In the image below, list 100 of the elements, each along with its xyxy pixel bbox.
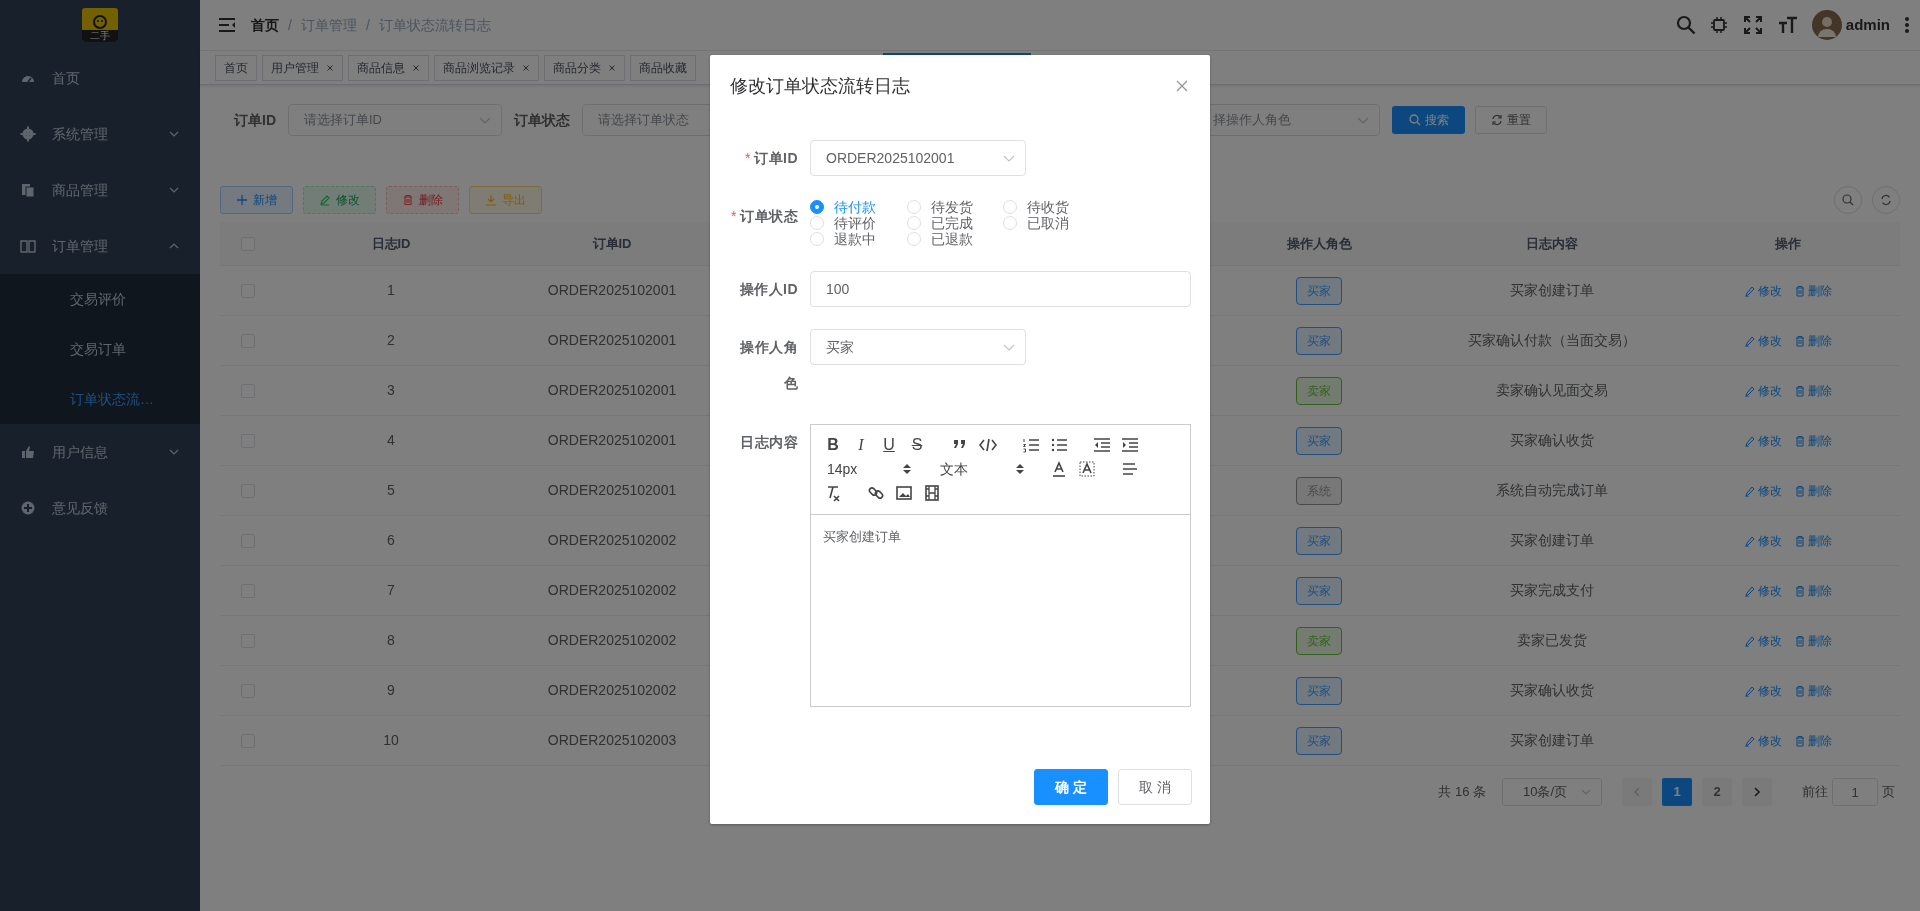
search-button[interactable]: 搜索	[1392, 106, 1465, 134]
role-tag: 买家	[1296, 326, 1342, 355]
search-icon[interactable]	[1675, 15, 1696, 35]
table-cell-text: 9	[387, 681, 395, 700]
submenu-item[interactable]: 交易评价	[0, 274, 200, 324]
input-field[interactable]: 100	[810, 271, 1191, 307]
menu-fold-icon[interactable]	[218, 17, 236, 33]
rich-text-editor[interactable]: B I U S 14px 文本 买家创建订单	[810, 424, 1191, 707]
radio-option[interactable]: 已取消	[1003, 215, 1099, 231]
chip-icon[interactable]	[1709, 16, 1728, 34]
toolbar-button[interactable]: 新增	[220, 186, 293, 214]
underline-button[interactable]: U	[875, 433, 903, 457]
action-link[interactable]: 删除	[1794, 431, 1832, 450]
action-link[interactable]: 删除	[1794, 281, 1832, 300]
radio-option[interactable]: 已完成	[907, 215, 1003, 231]
action-link[interactable]: 删除	[1794, 381, 1832, 400]
radio-option[interactable]: 待付款	[810, 199, 907, 215]
action-link[interactable]: 修改	[1744, 331, 1782, 350]
close-icon[interactable]	[1176, 80, 1188, 92]
table-cell-text: 4	[387, 431, 395, 450]
action-link[interactable]: 删除	[1794, 581, 1832, 600]
action-link[interactable]: 删除	[1794, 681, 1832, 700]
tag[interactable]: 商品信息	[348, 54, 429, 81]
edit-icon	[1744, 284, 1756, 297]
strikethrough-button[interactable]: S	[903, 433, 931, 457]
action-link[interactable]: 删除	[1794, 631, 1832, 650]
text-size-icon[interactable]	[1777, 16, 1798, 34]
action-link[interactable]: 修改	[1744, 731, 1782, 750]
action-link[interactable]: 删除	[1794, 481, 1832, 500]
tag[interactable]: 首页	[215, 54, 257, 81]
bold-button[interactable]: B	[819, 433, 847, 457]
trash-icon	[402, 194, 414, 206]
close-icon[interactable]	[412, 63, 420, 72]
column-header: 日志ID	[371, 234, 411, 253]
radio-option[interactable]: 待评价	[810, 215, 907, 231]
action-link[interactable]: 修改	[1744, 281, 1782, 300]
action-link[interactable]: 修改	[1744, 481, 1782, 500]
radio-option[interactable]: 退款中	[810, 231, 907, 247]
action-link[interactable]: 删除	[1794, 731, 1832, 750]
table-cell-text: 3	[387, 381, 395, 400]
edit-icon	[1744, 684, 1756, 697]
avatar[interactable]	[1811, 10, 1842, 40]
user-name[interactable]: admin	[1845, 13, 1890, 37]
close-icon[interactable]	[608, 63, 616, 72]
page-button[interactable]: 2	[1702, 778, 1732, 806]
action-link[interactable]: 修改	[1744, 631, 1782, 650]
tag[interactable]: 商品收藏	[630, 54, 696, 81]
refresh-icon[interactable]	[1872, 186, 1900, 214]
radio-option[interactable]: 待发货	[907, 199, 1003, 215]
fullscreen-icon[interactable]	[1743, 16, 1762, 34]
trash-icon	[1794, 584, 1806, 597]
breadcrumb-item[interactable]: 首页	[251, 14, 279, 36]
table-cell-text: 买家确认付款（当面交易）	[1468, 331, 1636, 350]
table-cell-text: ORDER2025102002	[547, 681, 677, 700]
sidebar-item[interactable]: 意见反馈	[0, 480, 200, 536]
confirm-button[interactable]: 确 定	[1034, 769, 1108, 805]
italic-button[interactable]: I	[847, 433, 875, 457]
radio-option[interactable]: 待收货	[1003, 199, 1099, 215]
submenu-item[interactable]: 交易订单	[0, 324, 200, 374]
sidebar-item[interactable]: 系统管理	[0, 106, 200, 162]
cancel-button[interactable]: 取 消	[1118, 769, 1192, 805]
tag[interactable]: 用户管理	[262, 54, 343, 81]
action-link[interactable]: 修改	[1744, 681, 1782, 700]
sidebar-item[interactable]: 订单管理	[0, 218, 200, 274]
sidebar-item[interactable]: 用户信息	[0, 424, 200, 480]
link-icon	[867, 484, 885, 502]
search-icon[interactable]	[1834, 186, 1862, 214]
tag[interactable]: 商品浏览记录	[434, 54, 539, 81]
action-link[interactable]: 修改	[1744, 531, 1782, 550]
tag[interactable]: 商品分类	[544, 54, 625, 81]
page-button[interactable]: 1	[1662, 778, 1692, 806]
page-input[interactable]: 1	[1832, 778, 1878, 806]
table-cell-text: 2	[387, 331, 395, 350]
action-link[interactable]: 修改	[1744, 581, 1782, 600]
close-icon[interactable]	[522, 63, 530, 72]
smiley-icon	[92, 15, 108, 29]
toolbar-button[interactable]: 导出	[469, 186, 542, 214]
select-field[interactable]: 买家	[810, 329, 1026, 365]
more-icon[interactable]	[1904, 16, 1910, 34]
radio-option[interactable]: 已退款	[907, 231, 1003, 247]
font-picker[interactable]: 文本	[932, 457, 1030, 481]
trash-icon	[1794, 434, 1806, 447]
action-link[interactable]: 删除	[1794, 531, 1832, 550]
reset-button[interactable]: 重置	[1475, 106, 1547, 134]
sidebar-item[interactable]: 首页	[0, 50, 200, 106]
sidebar-item[interactable]: 商品管理	[0, 162, 200, 218]
page-size-select[interactable]: 10条/页	[1502, 778, 1602, 806]
edit-icon	[1744, 484, 1756, 497]
table-cell-text: ORDER2025102002	[547, 631, 677, 650]
action-link[interactable]: 修改	[1744, 431, 1782, 450]
submenu-item[interactable]: 订单状态流…	[0, 374, 200, 424]
select-field[interactable]: ORDER2025102001	[810, 140, 1026, 176]
action-link[interactable]: 删除	[1794, 331, 1832, 350]
numbered-list-icon	[1022, 436, 1040, 454]
close-icon[interactable]	[326, 63, 334, 72]
table-cell-text: 系统自动完成订单	[1496, 481, 1608, 500]
refresh-icon	[1491, 114, 1503, 126]
edit-icon	[1744, 334, 1756, 347]
action-link[interactable]: 修改	[1744, 381, 1782, 400]
font-size-picker[interactable]: 14px	[819, 457, 917, 481]
